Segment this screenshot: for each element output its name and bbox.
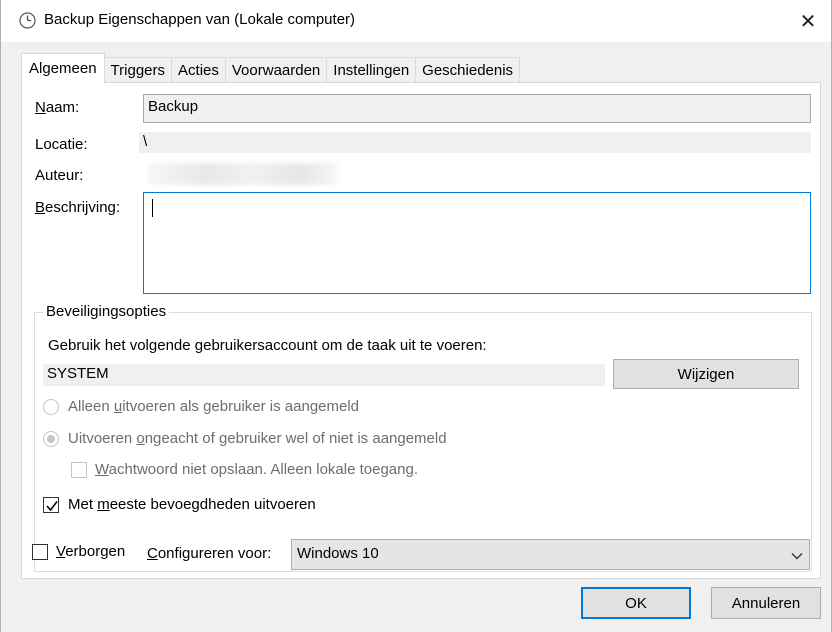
security-options-group: Beveiligingsopties Gebruik het volgende … [34, 303, 812, 572]
tab-strip: Algemeen Triggers Acties Voorwaarden Ins… [21, 53, 521, 83]
checkmark-icon [46, 501, 58, 512]
run-whether-logged-on-radio[interactable] [43, 431, 59, 447]
tab-geschiedenis[interactable]: Geschiedenis [415, 57, 521, 83]
security-options-title: Beveiligingsopties [43, 303, 170, 320]
configure-for-value: Windows 10 [297, 545, 379, 562]
hidden-label: Verborgen [56, 543, 126, 560]
tab-voorwaarden[interactable]: Voorwaarden [224, 57, 328, 83]
clock-icon [19, 12, 36, 29]
tab-instellingen[interactable]: Instellingen [326, 57, 417, 83]
account-prompt: Gebruik het volgende gebruikersaccount o… [48, 337, 487, 354]
configure-for-label: Configureren voor: [147, 545, 272, 562]
cancel-button[interactable]: Annuleren [711, 587, 821, 619]
highest-privileges-checkbox[interactable] [43, 497, 59, 513]
properties-dialog: Backup Eigenschappen van (Lokale compute… [0, 0, 832, 632]
tab-algemeen[interactable]: Algemeen [21, 53, 105, 83]
configure-for-dropdown[interactable]: Windows 10 [291, 539, 810, 570]
description-label: Beschrijving: [35, 199, 121, 216]
run-whether-logged-on-label: Uitvoeren ongeacht of gebruiker wel of n… [68, 430, 447, 447]
change-account-button[interactable]: Wijzigen [613, 359, 799, 389]
general-tab-panel: Naam: Backup Locatie: \ Auteur: Beschrij… [21, 82, 821, 579]
author-label: Auteur: [35, 167, 84, 184]
window-title: Backup Eigenschappen van (Lokale compute… [44, 11, 356, 28]
location-field: \ [139, 132, 811, 153]
description-textarea[interactable] [143, 192, 811, 294]
tab-acties[interactable]: Acties [171, 57, 226, 83]
title-bar: Backup Eigenschappen van (Lokale compute… [1, 0, 831, 42]
location-label: Locatie: [35, 136, 88, 153]
chevron-down-icon [791, 548, 803, 565]
tab-triggers[interactable]: Triggers [103, 57, 173, 83]
no-store-password-label: Wachtwoord niet opslaan. Alleen lokale t… [95, 461, 418, 478]
run-logged-on-label: Alleen uitvoeren als gebruiker is aangem… [68, 398, 360, 415]
no-store-password-checkbox[interactable] [71, 462, 87, 478]
close-icon: ✕ [799, 10, 817, 33]
name-label: Naam: [35, 99, 80, 116]
close-button[interactable]: ✕ [785, 0, 831, 42]
dialog-client: Algemeen Triggers Acties Voorwaarden Ins… [1, 42, 831, 632]
account-field: SYSTEM [43, 364, 605, 386]
name-field[interactable]: Backup [143, 94, 811, 123]
hidden-checkbox[interactable] [32, 544, 48, 560]
highest-privileges-label: Met meeste bevoegdheden uitvoeren [68, 496, 316, 513]
text-caret [152, 199, 153, 217]
ok-button[interactable]: OK [581, 587, 691, 619]
author-value-redacted [148, 163, 338, 185]
run-logged-on-radio[interactable] [43, 399, 59, 415]
